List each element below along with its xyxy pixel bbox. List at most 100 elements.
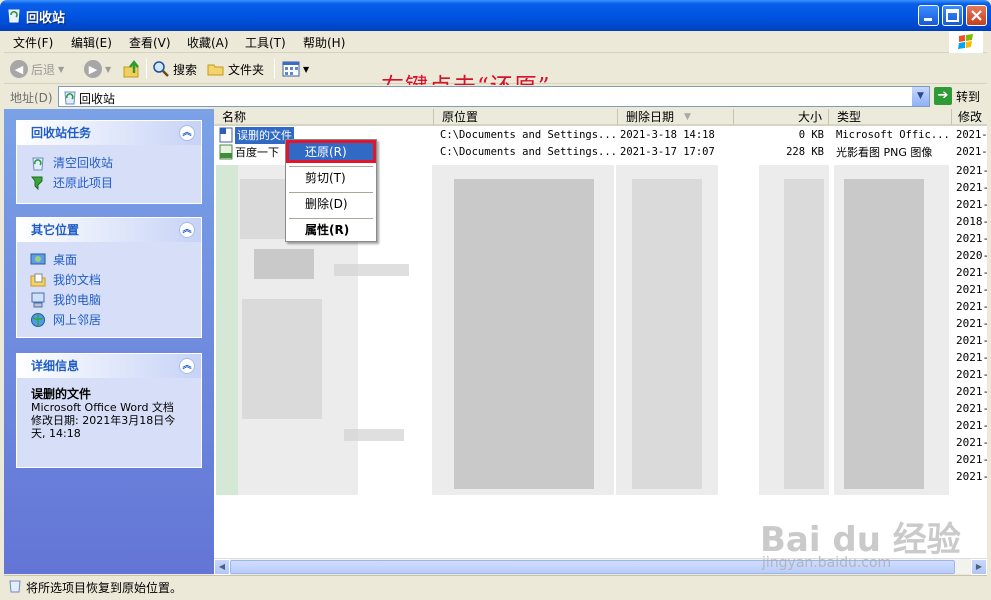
- file-location: C:\Documents and Settings...: [440, 146, 618, 158]
- place-my-computer[interactable]: 我的电脑: [17, 290, 201, 310]
- recycle-bin-icon: [9, 580, 21, 593]
- year-cell: 2020-: [956, 249, 987, 262]
- title-bar: 回收站: [0, 0, 991, 31]
- details-title[interactable]: 详细信息 ︽: [17, 354, 201, 378]
- network-places-icon: [31, 313, 45, 327]
- menu-tools[interactable]: 工具(T): [245, 34, 286, 51]
- column-header-name[interactable]: 名称: [214, 109, 434, 126]
- empty-recycle-bin-link[interactable]: 清空回收站: [17, 153, 201, 173]
- place-desktop-label: 桌面: [53, 253, 78, 267]
- file-size: 228 KB: [786, 146, 824, 158]
- toolbar-separator: [274, 59, 275, 79]
- menu-file[interactable]: 文件(F): [13, 34, 53, 51]
- file-name[interactable]: 百度一下: [235, 144, 279, 161]
- address-label: 地址(D): [10, 91, 53, 105]
- recycle-tasks-heading: 回收站任务: [31, 126, 92, 140]
- maximize-button[interactable]: [942, 5, 963, 26]
- file-type: 光影看图 PNG 图像: [836, 146, 933, 159]
- menu-view[interactable]: 查看(V): [129, 34, 171, 51]
- file-size: 0 KB: [798, 129, 824, 141]
- address-input[interactable]: 回收站 ▼: [58, 86, 930, 107]
- file-location: C:\Documents and Settings...: [440, 129, 618, 141]
- chevron-up-icon[interactable]: ︽: [179, 125, 195, 141]
- details-body: 误删的文件 Microsoft Office Word 文档 修改日期: 202…: [17, 378, 201, 450]
- minimize-button[interactable]: [918, 5, 939, 26]
- scroll-left-button[interactable]: ◀: [214, 559, 230, 575]
- empty-recycle-bin-label: 清空回收站: [53, 156, 114, 170]
- recycle-bin-icon: [64, 91, 76, 105]
- year-cell: 2021-: [956, 368, 987, 381]
- recycle-tasks-title[interactable]: 回收站任务 ︽: [17, 121, 201, 145]
- desktop-icon: [30, 253, 46, 265]
- column-header-location[interactable]: 原位置: [434, 109, 618, 126]
- go-button[interactable]: ➔ 转到: [934, 87, 980, 105]
- go-label: 转到: [956, 89, 981, 104]
- back-button[interactable]: ◀ 后退 ▼: [10, 58, 64, 80]
- status-text: 将所选项目恢复到原始位置。: [26, 581, 183, 595]
- search-icon: [153, 61, 169, 77]
- my-computer-icon: [31, 292, 45, 308]
- address-bar: 地址(D) 回收站 ▼ ➔ 转到: [4, 85, 987, 109]
- column-header-deleted-label: 删除日期: [626, 110, 675, 124]
- menu-separator: [289, 192, 373, 193]
- chevron-up-icon[interactable]: ︽: [179, 222, 195, 238]
- back-label: 后退: [31, 62, 56, 77]
- column-header-size[interactable]: 大小: [734, 109, 829, 126]
- menu-favorites[interactable]: 收藏(A): [187, 34, 229, 51]
- menu-separator: [289, 166, 373, 167]
- context-cut[interactable]: 剪切(T): [288, 168, 374, 188]
- place-my-documents-label: 我的文档: [53, 273, 102, 287]
- details-file-name: 误删的文件: [31, 387, 92, 401]
- year-cell: 2021-: [956, 198, 987, 211]
- menu-help[interactable]: 帮助(H): [303, 34, 345, 51]
- png-image-icon: [219, 144, 233, 160]
- year-cell: 2021-: [956, 436, 987, 449]
- column-header-deleted[interactable]: 删除日期 ▼: [618, 109, 734, 126]
- search-button[interactable]: 搜索: [152, 58, 197, 80]
- place-my-computer-label: 我的电脑: [53, 293, 102, 307]
- forward-button[interactable]: ▶ ▼: [84, 58, 111, 80]
- year-cell: 2021-: [956, 419, 987, 432]
- toolbar-separator: [146, 59, 147, 79]
- close-icon: [971, 10, 982, 21]
- annotation-highlight-box: [286, 140, 376, 163]
- chevron-up-icon[interactable]: ︽: [179, 358, 195, 374]
- scroll-right-button[interactable]: ▶: [971, 559, 987, 575]
- place-desktop[interactable]: 桌面: [17, 250, 201, 270]
- menu-bar: 文件(F) 编辑(E) 查看(V) 收藏(A) 工具(T) 帮助(H): [4, 31, 987, 53]
- menu-edit[interactable]: 编辑(E): [71, 34, 112, 51]
- year-cell: 2021-: [956, 317, 987, 330]
- baidu-watermark: Bai du 经验: [760, 520, 961, 560]
- file-deleted-date: 2021-3-17 17:07: [620, 146, 715, 158]
- column-header-modified[interactable]: 修改: [952, 109, 987, 126]
- address-dropdown-button[interactable]: ▼: [912, 87, 929, 106]
- place-network[interactable]: 网上邻居: [17, 310, 201, 330]
- recycle-bin-icon: [8, 9, 20, 23]
- maximize-icon: [946, 9, 959, 22]
- year-cell: 2021-: [956, 453, 987, 466]
- up-folder-button[interactable]: [122, 58, 142, 80]
- year-cell: 2021-: [956, 266, 987, 279]
- place-my-documents[interactable]: 我的文档: [17, 270, 201, 290]
- restore-item-link[interactable]: 还原此项目: [17, 173, 201, 193]
- restore-item-label: 还原此项目: [53, 176, 114, 190]
- context-delete[interactable]: 删除(D): [288, 194, 374, 214]
- year-cell: 2021-: [956, 385, 987, 398]
- close-button[interactable]: [966, 5, 987, 26]
- view-grid-icon: [282, 61, 300, 77]
- year-cell: 2021-: [956, 164, 987, 177]
- year-cell: 2021-: [956, 283, 987, 296]
- column-header-type[interactable]: 类型: [829, 109, 952, 126]
- other-places-heading: 其它位置: [31, 223, 80, 237]
- place-network-label: 网上邻居: [53, 313, 102, 327]
- year-cell: 2021-: [956, 470, 987, 483]
- file-type: Microsoft Offic...: [836, 129, 950, 141]
- other-places-title[interactable]: 其它位置 ︽: [17, 218, 201, 242]
- file-modified: 2021-: [956, 146, 987, 158]
- folders-label: 文件夹: [228, 62, 265, 77]
- word-doc-icon: [219, 127, 233, 143]
- view-dropdown-icon: ▼: [303, 64, 310, 74]
- view-button[interactable]: ▼: [282, 58, 309, 80]
- folders-button[interactable]: 文件夹: [207, 58, 264, 80]
- context-properties[interactable]: 属性(R): [288, 220, 374, 240]
